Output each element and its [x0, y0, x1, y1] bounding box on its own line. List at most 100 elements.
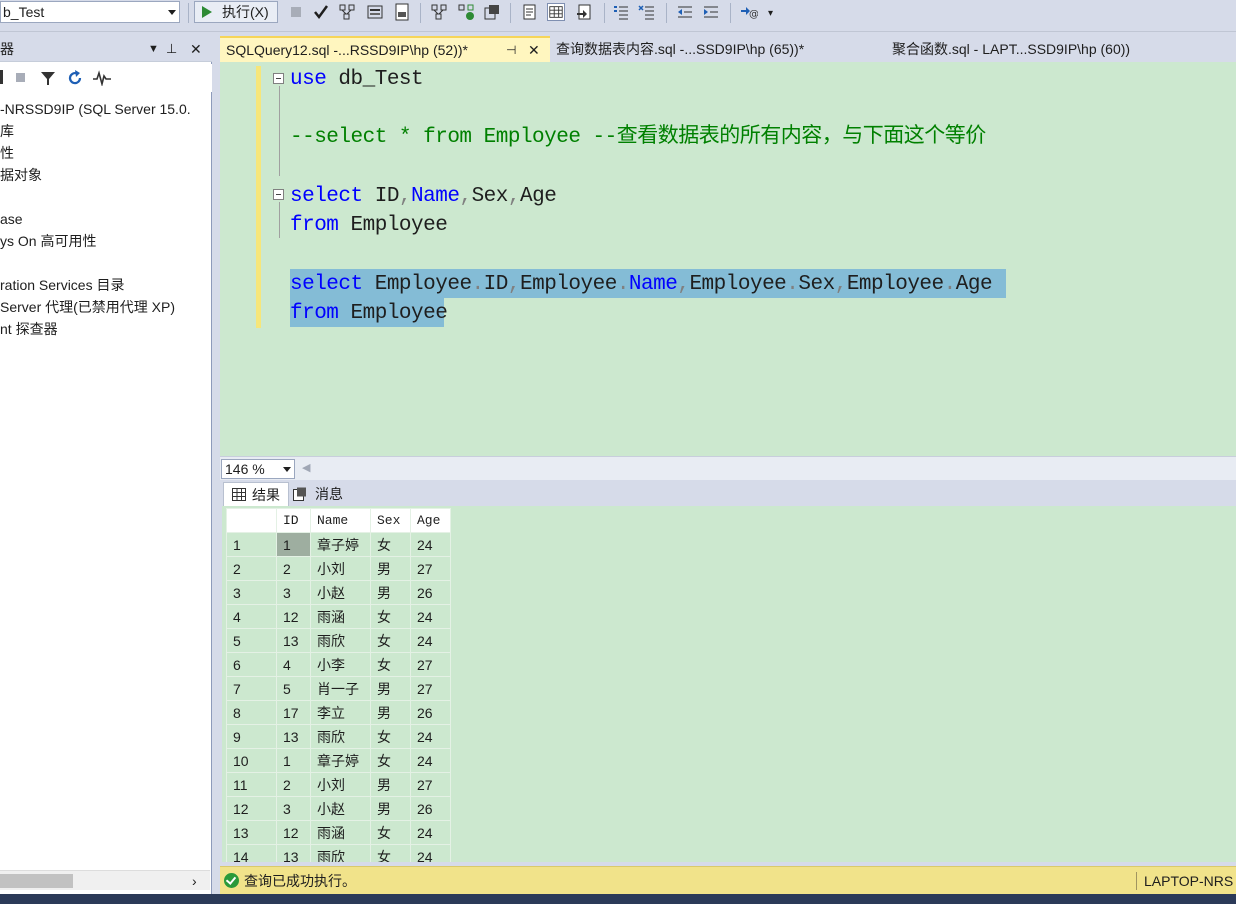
actual-plan-icon[interactable]: [430, 3, 448, 21]
tree-item-polybase[interactable]: ase: [0, 209, 23, 229]
table-cell[interactable]: 13: [276, 724, 311, 749]
row-number-header[interactable]: [226, 508, 277, 533]
tree-item-integration-services[interactable]: ration Services 目录: [0, 275, 124, 295]
tab-messages[interactable]: 消息: [290, 482, 354, 506]
table-cell[interactable]: 26: [410, 796, 451, 821]
table-cell[interactable]: 小赵: [310, 580, 371, 605]
table-cell[interactable]: 27: [410, 772, 451, 797]
table-cell[interactable]: 27: [410, 652, 451, 677]
toolbar-overflow-icon[interactable]: ▾: [768, 8, 773, 19]
live-stats-icon[interactable]: [457, 3, 475, 21]
client-stats-icon[interactable]: [483, 3, 501, 21]
row-number-cell[interactable]: 7: [226, 676, 277, 701]
table-cell[interactable]: 女: [370, 604, 411, 629]
row-number-cell[interactable]: 8: [226, 700, 277, 725]
tab-aggregate-functions[interactable]: 聚合函数.sql - LAPT...SSD9IP\hp (60)): [886, 36, 1212, 62]
decrease-indent-icon[interactable]: [676, 3, 694, 21]
table-cell[interactable]: 27: [410, 676, 451, 701]
activity-monitor-icon[interactable]: [93, 70, 111, 86]
tab-query-table-content[interactable]: 查询数据表内容.sql -...SSD9IP\hp (65))*: [550, 36, 886, 62]
table-cell[interactable]: 雨欣: [310, 628, 371, 653]
table-cell[interactable]: 17: [276, 700, 311, 725]
table-cell[interactable]: 女: [370, 844, 411, 862]
table-row[interactable]: 9 13 雨欣女 24: [226, 724, 451, 749]
collapse-icon[interactable]: [273, 189, 284, 200]
close-icon[interactable]: ✕: [190, 36, 202, 62]
table-cell[interactable]: 女: [370, 628, 411, 653]
collapse-icon[interactable]: [273, 73, 284, 84]
query-options-icon[interactable]: [366, 3, 384, 21]
results-to-grid-icon[interactable]: [547, 3, 565, 21]
table-cell[interactable]: 2: [276, 772, 311, 797]
table-cell[interactable]: 13: [276, 844, 311, 862]
table-cell[interactable]: 2: [276, 556, 311, 581]
filter-icon[interactable]: [40, 70, 56, 86]
table-cell[interactable]: 24: [410, 532, 451, 557]
table-cell[interactable]: 肖一子: [310, 676, 371, 701]
tree-item-server[interactable]: -NRSSD9IP (SQL Server 15.0.: [0, 99, 191, 119]
row-number-cell[interactable]: 3: [226, 580, 277, 605]
panel-splitter[interactable]: [212, 36, 220, 894]
table-cell[interactable]: 24: [410, 844, 451, 862]
sql-editor[interactable]: use db_Test --select * from Employee --查…: [220, 62, 1236, 456]
results-to-text-icon[interactable]: [520, 3, 538, 21]
table-row[interactable]: 10 1 章子婷女 24: [226, 748, 451, 773]
table-cell[interactable]: 4: [276, 652, 311, 677]
table-cell[interactable]: 女: [370, 532, 411, 557]
table-cell[interactable]: 24: [410, 604, 451, 629]
parse-check-icon[interactable]: [312, 3, 330, 21]
pin-icon[interactable]: ⊥: [166, 36, 177, 62]
tree-item-server-objects[interactable]: 据对象: [0, 165, 42, 185]
table-cell[interactable]: 小刘: [310, 772, 371, 797]
row-number-cell[interactable]: 11: [226, 772, 277, 797]
table-cell[interactable]: 24: [410, 748, 451, 773]
table-cell[interactable]: 雨欣: [310, 844, 371, 862]
scroll-right-icon[interactable]: ›: [192, 871, 197, 891]
table-cell[interactable]: 章子婷: [310, 532, 371, 557]
table-cell[interactable]: 26: [410, 700, 451, 725]
intellisense-icon[interactable]: [393, 3, 411, 21]
table-row[interactable]: 14 13 雨欣女 24: [226, 844, 451, 862]
table-cell[interactable]: 男: [370, 700, 411, 725]
column-header[interactable]: Name: [310, 508, 371, 533]
panel-menu-chevron-icon[interactable]: ▼: [148, 36, 159, 62]
table-cell[interactable]: 27: [410, 556, 451, 581]
table-cell[interactable]: 女: [370, 820, 411, 845]
row-number-cell[interactable]: 5: [226, 628, 277, 653]
table-cell[interactable]: 雨涵: [310, 820, 371, 845]
tree-item-databases[interactable]: 库: [0, 121, 14, 141]
table-row[interactable]: 3 3 小赵男 26: [226, 580, 451, 605]
stop-icon[interactable]: [16, 73, 25, 82]
table-cell[interactable]: 24: [410, 820, 451, 845]
zoom-select[interactable]: 146 %: [221, 459, 295, 479]
table-cell[interactable]: 13: [276, 628, 311, 653]
table-cell[interactable]: 小刘: [310, 556, 371, 581]
close-icon[interactable]: ✕: [528, 38, 540, 62]
table-cell[interactable]: 26: [410, 580, 451, 605]
comment-lines-icon[interactable]: [612, 3, 630, 21]
table-row[interactable]: 4 12 雨涵女 24: [226, 604, 451, 629]
row-number-cell[interactable]: 10: [226, 748, 277, 773]
row-number-cell[interactable]: 13: [226, 820, 277, 845]
tree-item-sql-agent[interactable]: Server 代理(已禁用代理 XP): [0, 297, 175, 317]
table-cell[interactable]: 男: [370, 676, 411, 701]
pin-icon[interactable]: ⊣: [506, 38, 516, 62]
row-number-cell[interactable]: 1: [226, 532, 277, 557]
increase-indent-icon[interactable]: [702, 3, 720, 21]
table-cell[interactable]: 5: [276, 676, 311, 701]
specify-values-icon[interactable]: @: [740, 3, 758, 21]
table-cell[interactable]: 1: [276, 532, 311, 557]
table-cell[interactable]: 男: [370, 556, 411, 581]
column-header[interactable]: ID: [276, 508, 311, 533]
estimated-plan-icon[interactable]: [338, 3, 356, 21]
table-row[interactable]: 7 5 肖一子男 27: [226, 676, 451, 701]
table-row[interactable]: 12 3 小赵男 26: [226, 796, 451, 821]
table-cell[interactable]: 小李: [310, 652, 371, 677]
table-cell[interactable]: 男: [370, 796, 411, 821]
table-cell[interactable]: 男: [370, 772, 411, 797]
refresh-icon[interactable]: [66, 69, 84, 87]
tree-item-security[interactable]: 性: [0, 143, 14, 163]
table-cell[interactable]: 雨涵: [310, 604, 371, 629]
column-header[interactable]: Age: [410, 508, 451, 533]
table-cell[interactable]: 12: [276, 820, 311, 845]
